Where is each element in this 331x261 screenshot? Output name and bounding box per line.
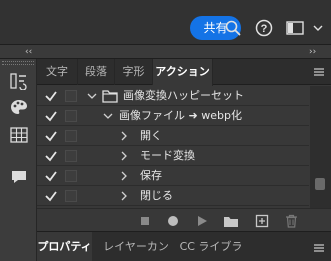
scroll-thumb[interactable] [315,178,325,190]
workspace-icon[interactable] [283,16,307,40]
actions-toolbar [37,208,331,231]
step-label: 保存 [140,169,162,182]
check-icon[interactable] [44,189,58,203]
strip-grip[interactable] [2,61,34,65]
color-palette-icon[interactable] [9,97,29,117]
svg-text:?: ? [261,23,268,35]
panel-icon-strip [0,59,37,261]
chevron-down-icon[interactable] [309,16,327,40]
dialog-toggle[interactable] [65,150,77,162]
swatches-grid-icon[interactable] [9,125,29,145]
app-topbar: 共有 ? [0,0,331,45]
play-icon[interactable] [194,213,210,229]
tab-actions[interactable]: アクション [153,59,213,86]
dialog-toggle[interactable] [65,190,77,202]
record-icon[interactable] [165,213,181,229]
bottom-panel-tabs: プロパティ レイヤーカンプ CC ライブラリ [37,231,331,261]
list-item[interactable]: 閉じる [37,186,309,206]
folder-icon [102,90,118,103]
new-action-icon[interactable] [254,213,270,229]
list-item[interactable]: 保存 [37,166,309,186]
check-icon[interactable] [44,149,58,163]
dialog-toggle[interactable] [65,90,77,102]
tab-properties[interactable]: プロパティ [37,232,92,261]
check-icon[interactable] [44,169,58,183]
trash-icon[interactable] [283,213,299,229]
step-label: 開く [140,129,162,142]
chevron-right-icon[interactable] [118,150,130,162]
help-icon[interactable]: ? [252,16,276,40]
list-item[interactable]: 画像変換ハッピーセット [37,86,309,106]
list-item[interactable]: モード変換 [37,146,309,166]
collapse-left-icon[interactable]: ‹‹ [25,45,32,59]
dialog-toggle[interactable] [65,130,77,142]
check-icon[interactable] [44,89,58,103]
actions-scrollbar[interactable] [310,86,331,208]
tab-character[interactable]: 文字 [37,59,78,85]
check-icon[interactable] [44,129,58,143]
tab-paragraph[interactable]: 段落 [78,59,115,85]
search-icon[interactable] [221,16,245,40]
dialog-toggle[interactable] [65,170,77,182]
panel-collapse-strip: ‹‹ ›› [0,45,331,59]
chevron-down-icon[interactable] [102,110,114,122]
tab-layer-comps[interactable]: レイヤーカンプ [98,232,174,261]
list-item[interactable]: 画像ファイル ➜ webp化 [37,106,309,126]
chevron-right-icon[interactable] [118,170,130,182]
panel-menu-icon[interactable] [313,242,325,254]
action-set-label: 画像変換ハッピーセット [123,89,244,102]
step-label: モード変換 [140,149,195,162]
actions-panel: 文字 段落 字形 アクション 画像変換ハッピーセット 画像ファイル ➜ webp… [37,59,331,231]
stop-icon[interactable] [137,213,153,229]
tab-glyphs[interactable]: 字形 [115,59,153,85]
list-item[interactable]: 開く [37,126,309,146]
step-label: 閉じる [140,189,173,202]
chevron-down-icon[interactable] [86,90,98,102]
collapse-right-icon[interactable]: ›› [309,45,316,59]
chevron-right-icon[interactable] [118,190,130,202]
comment-icon[interactable] [9,167,29,187]
history-icon[interactable] [9,71,29,91]
actions-list: 画像変換ハッピーセット 画像ファイル ➜ webp化 開く モード変換 保存 閉… [37,86,309,208]
panel-menu-icon[interactable] [313,66,325,78]
action-label: 画像ファイル ➜ webp化 [119,109,242,122]
dialog-toggle[interactable] [65,110,77,122]
check-icon[interactable] [44,109,58,123]
chevron-right-icon[interactable] [118,130,130,142]
new-set-folder-icon[interactable] [223,213,239,229]
panel-tabs: 文字 段落 字形 アクション [37,59,331,86]
tab-cc-libraries[interactable]: CC ライブラリ [178,232,244,261]
